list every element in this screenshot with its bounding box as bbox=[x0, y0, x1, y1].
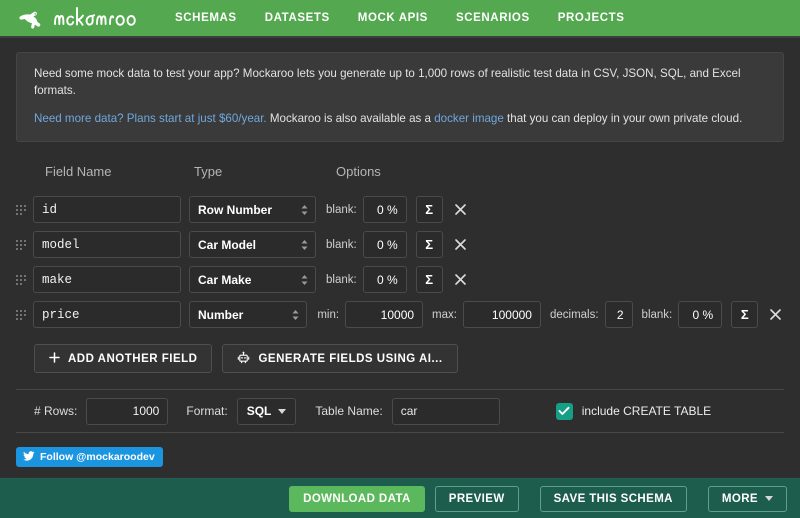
drag-handle-icon[interactable] bbox=[16, 274, 28, 285]
add-another-field-button[interactable]: ADD ANOTHER FIELD bbox=[34, 344, 213, 374]
field-type-value: Number bbox=[198, 307, 244, 322]
generate-fields-using-ai-button[interactable]: GENERATE FIELDS USING AI... bbox=[222, 344, 458, 374]
include-create-table-checkbox[interactable]: include CREATE TABLE bbox=[555, 402, 712, 420]
column-header-type: Type bbox=[194, 164, 223, 180]
brand-wordmark bbox=[53, 5, 149, 31]
field-name-input[interactable] bbox=[33, 301, 181, 329]
brand-logo[interactable] bbox=[18, 5, 149, 31]
top-navbar: SCHEMAS DATASETS MOCK APIS SCENARIOS PRO… bbox=[0, 0, 800, 38]
save-this-schema-button[interactable]: SAVE THIS SCHEMA bbox=[539, 485, 687, 512]
field-type-select[interactable]: Row Number bbox=[189, 196, 316, 224]
drag-handle-icon[interactable] bbox=[16, 309, 28, 320]
min-input[interactable] bbox=[345, 301, 424, 329]
blank-input[interactable] bbox=[362, 231, 407, 259]
field-row: Row Number blank: Σ bbox=[16, 192, 784, 227]
download-data-button[interactable]: DOWNLOAD DATA bbox=[289, 485, 425, 512]
blank-input[interactable] bbox=[678, 301, 723, 329]
format-select[interactable]: SQL bbox=[236, 397, 297, 425]
nav-item-schemas[interactable]: SCHEMAS bbox=[175, 12, 237, 24]
bottom-action-bar: DOWNLOAD DATA PREVIEW SAVE THIS SCHEMA M… bbox=[0, 478, 800, 518]
more-label: MORE bbox=[721, 492, 758, 505]
nav-item-projects[interactable]: PROJECTS bbox=[558, 12, 625, 24]
preview-label: PREVIEW bbox=[448, 492, 505, 505]
sigma-icon[interactable]: Σ bbox=[415, 266, 443, 294]
field-actions: ADD ANOTHER FIELD GENERATE FIELDS USING … bbox=[34, 344, 784, 374]
field-name-input[interactable] bbox=[33, 266, 181, 294]
column-header-field-name: Field Name bbox=[45, 164, 112, 180]
column-header-options: Options bbox=[336, 164, 381, 180]
checkmark-icon bbox=[555, 402, 573, 420]
generate-fields-using-ai-label: GENERATE FIELDS USING AI... bbox=[258, 352, 443, 365]
banner-line-2-end: that you can deploy in your own private … bbox=[503, 111, 743, 125]
robot-icon bbox=[237, 351, 250, 367]
field-type-select[interactable]: Car Make bbox=[189, 266, 316, 294]
field-name-input[interactable] bbox=[33, 231, 181, 259]
banner-line-2-mid: Mockaroo is also available as a bbox=[266, 111, 435, 125]
mockaroo-page: SCHEMAS DATASETS MOCK APIS SCENARIOS PRO… bbox=[0, 0, 800, 518]
caret-down-icon bbox=[278, 408, 287, 414]
twitter-icon bbox=[23, 451, 35, 464]
column-headers: Field Name Type Options bbox=[16, 164, 784, 190]
field-type-value: Car Model bbox=[198, 237, 257, 252]
blank-input[interactable] bbox=[362, 196, 407, 224]
info-banner: Need some mock data to test your app? Mo… bbox=[16, 52, 784, 143]
field-type-value: Row Number bbox=[198, 202, 273, 217]
close-icon[interactable] bbox=[452, 271, 470, 289]
field-row: Number min: max: decimals: blank: Σ bbox=[16, 297, 784, 332]
docker-image-link[interactable]: docker image bbox=[434, 112, 504, 125]
close-icon[interactable] bbox=[767, 306, 784, 324]
divider-bottom bbox=[16, 432, 784, 434]
max-input[interactable] bbox=[462, 301, 541, 329]
blank-label: blank: bbox=[326, 203, 357, 216]
table-name-label: Table Name: bbox=[315, 404, 383, 419]
plus-icon bbox=[49, 352, 60, 366]
drag-handle-icon[interactable] bbox=[16, 239, 28, 250]
more-button[interactable]: MORE bbox=[707, 485, 787, 512]
field-type-select[interactable]: Number bbox=[189, 301, 308, 329]
include-create-table-label: include CREATE TABLE bbox=[581, 404, 712, 419]
sigma-icon[interactable]: Σ bbox=[731, 301, 759, 329]
plans-link[interactable]: Need more data? Plans start at just $60/… bbox=[34, 112, 267, 125]
rows-label: # Rows: bbox=[34, 404, 78, 419]
drag-handle-icon[interactable] bbox=[16, 204, 28, 215]
rows-input[interactable] bbox=[86, 397, 169, 425]
preview-button[interactable]: PREVIEW bbox=[434, 485, 519, 512]
blank-input[interactable] bbox=[362, 266, 407, 294]
min-label: min: bbox=[317, 308, 340, 321]
twitter-follow-label: Follow @mockaroodev bbox=[40, 451, 155, 464]
nav-item-mock-apis[interactable]: MOCK APIS bbox=[358, 12, 428, 24]
decimals-input[interactable] bbox=[604, 301, 633, 329]
field-rows: Row Number blank: Σ Car Model bbox=[16, 192, 784, 332]
blank-label: blank: bbox=[326, 238, 357, 251]
save-this-schema-label: SAVE THIS SCHEMA bbox=[553, 492, 673, 505]
banner-line-1: Need some mock data to test your app? Mo… bbox=[34, 67, 741, 97]
decimals-label: decimals: bbox=[549, 308, 599, 321]
download-data-label: DOWNLOAD DATA bbox=[303, 492, 411, 505]
caret-down-icon bbox=[765, 496, 773, 501]
kangaroo-icon bbox=[18, 7, 48, 29]
max-label: max: bbox=[432, 308, 457, 321]
close-icon[interactable] bbox=[452, 236, 470, 254]
banner-line-2: Need more data? Plans start at just $60/… bbox=[34, 111, 766, 128]
add-another-field-label: ADD ANOTHER FIELD bbox=[68, 352, 198, 365]
nav-links: SCHEMAS DATASETS MOCK APIS SCENARIOS PRO… bbox=[175, 12, 625, 24]
sigma-icon[interactable]: Σ bbox=[415, 231, 443, 259]
settings-row: # Rows: Format: SQL Table Name: include … bbox=[16, 390, 784, 432]
field-row: Car Model blank: Σ bbox=[16, 227, 784, 262]
field-type-select[interactable]: Car Model bbox=[189, 231, 316, 259]
blank-label: blank: bbox=[326, 273, 357, 286]
table-name-input[interactable] bbox=[391, 397, 500, 425]
sigma-icon[interactable]: Σ bbox=[415, 196, 443, 224]
nav-item-datasets[interactable]: DATASETS bbox=[265, 12, 330, 24]
close-icon[interactable] bbox=[452, 201, 470, 219]
field-name-input[interactable] bbox=[33, 196, 181, 224]
field-row: Car Make blank: Σ bbox=[16, 262, 784, 297]
nav-item-scenarios[interactable]: SCENARIOS bbox=[456, 12, 530, 24]
format-value: SQL bbox=[246, 404, 272, 419]
field-type-value: Car Make bbox=[198, 272, 252, 287]
format-label: Format: bbox=[186, 404, 228, 419]
blank-label: blank: bbox=[641, 308, 673, 321]
twitter-follow-button[interactable]: Follow @mockaroodev bbox=[16, 447, 163, 468]
